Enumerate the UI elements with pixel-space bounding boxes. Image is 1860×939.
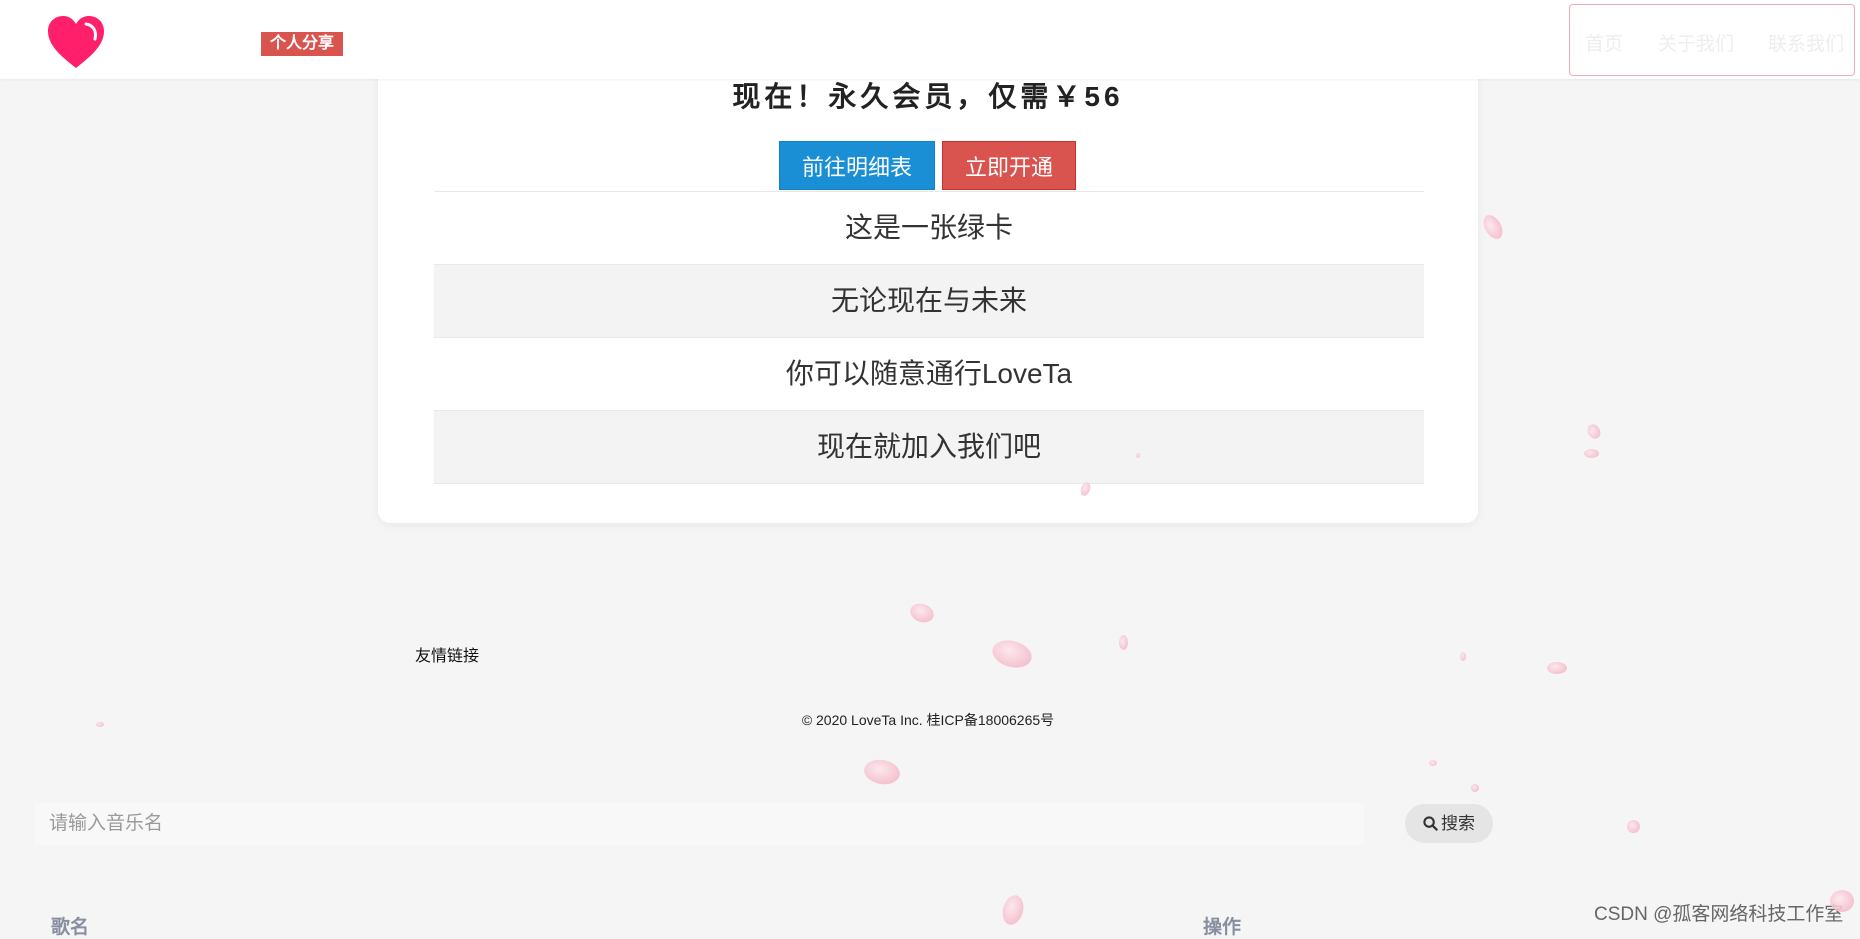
petal-icon (1136, 453, 1140, 458)
petal-icon (1585, 422, 1603, 441)
column-header-song: 歌名 (51, 917, 90, 938)
benefit-row: 现在就加入我们吧 (434, 411, 1424, 484)
petal-icon (1627, 820, 1640, 833)
search-icon (1423, 816, 1438, 831)
petal-icon (1479, 211, 1507, 243)
benefit-list: 这是一张绿卡 无论现在与未来 你可以随意通行LoveTa 现在就加入我们吧 (434, 191, 1424, 484)
detail-table-button[interactable]: 前往明细表 (779, 141, 935, 190)
petal-icon (1471, 784, 1479, 792)
benefit-row: 这是一张绿卡 (434, 192, 1424, 265)
petal-icon (999, 892, 1027, 928)
music-search-input[interactable] (35, 803, 1364, 845)
friendly-links-label[interactable]: 友情链接 (415, 642, 479, 666)
main-nav: 首页 关于我们 联系我们 (1569, 4, 1855, 76)
open-membership-button[interactable]: 立即开通 (942, 141, 1076, 190)
benefit-row: 你可以随意通行LoveTa (434, 338, 1424, 411)
promo-heading: 现在！永久会员，仅需￥56 (732, 81, 1124, 112)
site-header: 个人分享 首页 关于我们 联系我们 (0, 0, 1860, 79)
membership-card: 现在！永久会员，仅需￥56 前往明细表 立即开通 这是一张绿卡 无论现在与未来 … (378, 40, 1478, 523)
personal-share-badge[interactable]: 个人分享 (261, 32, 344, 56)
column-header-ops: 操作 (1203, 917, 1242, 938)
search-button-label: 搜索 (1441, 814, 1475, 833)
petal-icon (1547, 662, 1567, 674)
petal-icon (1429, 760, 1437, 766)
heart-icon[interactable] (46, 14, 106, 70)
csdn-watermark: CSDN @孤客网络科技工作室 (1594, 904, 1844, 925)
petal-icon (907, 600, 937, 626)
copyright-text: © 2020 LoveTa Inc. 桂ICP备18006265号 (801, 712, 1055, 728)
search-button[interactable]: 搜索 (1405, 804, 1493, 843)
benefit-row: 无论现在与未来 (434, 265, 1424, 338)
nav-about[interactable]: 关于我们 (1658, 29, 1734, 56)
petal-icon (96, 722, 104, 727)
nav-contact[interactable]: 联系我们 (1768, 29, 1844, 56)
petal-icon (862, 757, 902, 787)
petal-icon (1584, 449, 1599, 458)
petal-icon (1460, 652, 1466, 661)
petal-icon (1830, 890, 1854, 912)
nav-home[interactable]: 首页 (1585, 29, 1623, 56)
petal-icon (1119, 635, 1128, 650)
petal-icon (989, 636, 1035, 672)
